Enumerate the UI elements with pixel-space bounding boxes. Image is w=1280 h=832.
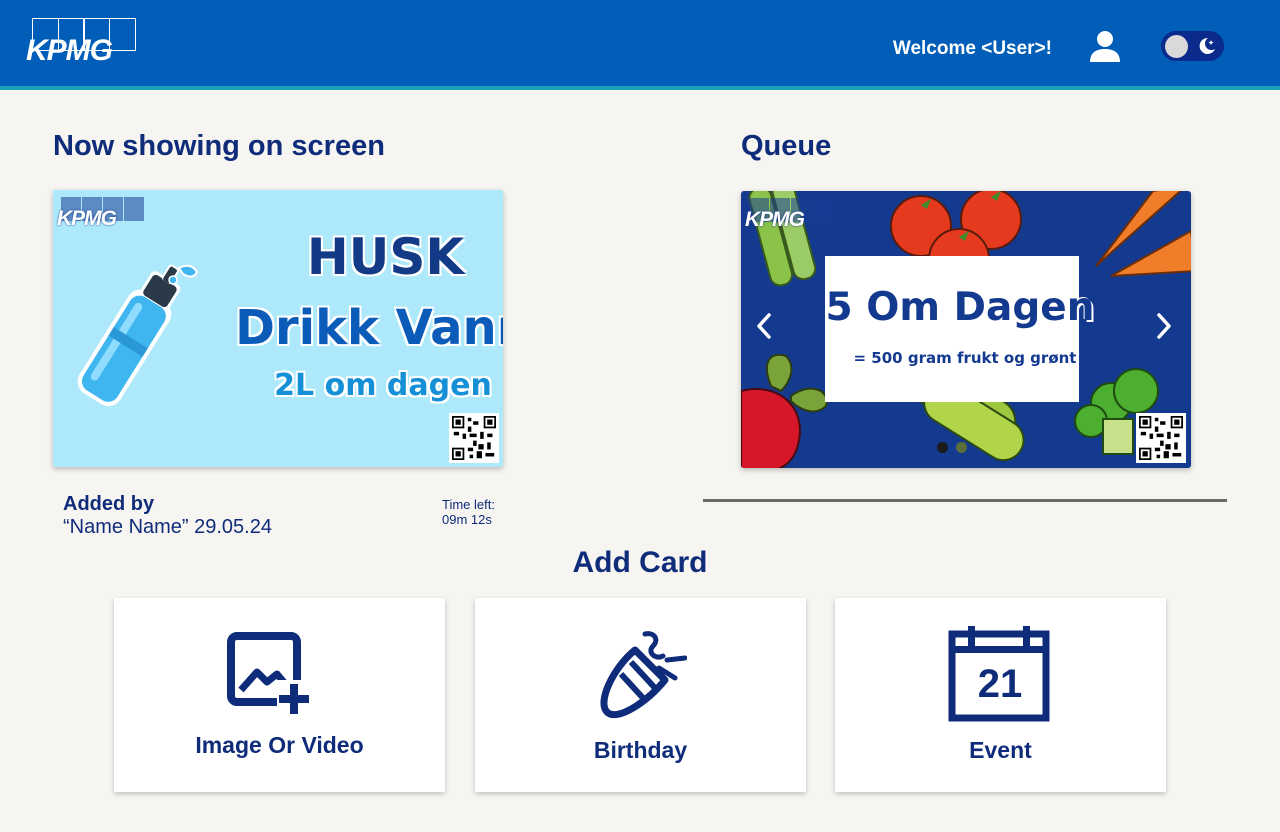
welcome-text: Welcome <User>! bbox=[892, 38, 1052, 59]
moon-icon bbox=[1199, 37, 1215, 54]
theme-toggle[interactable] bbox=[1161, 31, 1224, 61]
time-left-label: Time left: bbox=[442, 497, 495, 512]
card-logo: KPMG bbox=[57, 197, 144, 233]
card-subheadline: Drikk Vann bbox=[235, 300, 503, 356]
kpmg-logo[interactable]: KPMG bbox=[26, 18, 144, 67]
add-option-label: Image Or Video bbox=[195, 732, 364, 758]
card-tagline: 2L om dagen bbox=[274, 368, 492, 403]
add-image-or-video-button[interactable]: Image Or Video bbox=[114, 598, 445, 792]
logo-text: KPMG bbox=[26, 34, 113, 67]
added-by-label: Added by bbox=[63, 493, 155, 515]
add-card-title: Add Card bbox=[572, 546, 708, 579]
queue-card[interactable]: KPMG 5 Om Dagen = 500 gram frukt og grøn… bbox=[741, 191, 1191, 468]
add-birthday-button[interactable]: Birthday bbox=[475, 598, 806, 792]
card-logo: KPMG bbox=[745, 198, 832, 234]
queue-card-subline: = 500 gram frukt og grønt bbox=[853, 349, 1077, 367]
queue-title: Queue bbox=[741, 130, 832, 162]
header-accent-line bbox=[0, 86, 1280, 90]
card-logo-text: KPMG bbox=[745, 208, 805, 231]
queue-card-headline: 5 Om Dagen bbox=[825, 285, 1095, 330]
image-add-icon bbox=[227, 632, 313, 716]
carousel-prev-icon[interactable] bbox=[751, 309, 777, 343]
carousel-dot-active[interactable] bbox=[937, 442, 948, 453]
now-showing-title: Now showing on screen bbox=[53, 130, 385, 162]
queue-divider bbox=[703, 499, 1227, 502]
carousel-next-icon[interactable] bbox=[1151, 309, 1177, 343]
now-showing-card[interactable]: KPMG HUSK Drikk Vann 2L om dagen bbox=[53, 190, 503, 467]
qr-code bbox=[1136, 413, 1186, 463]
add-event-button[interactable]: 21 Event bbox=[835, 598, 1166, 792]
calendar-day: 21 bbox=[977, 662, 1023, 706]
toggle-knob bbox=[1165, 35, 1188, 58]
time-left-value: 09m 12s bbox=[442, 512, 492, 527]
card-headline: HUSK bbox=[306, 228, 465, 286]
carousel-dots bbox=[937, 442, 967, 453]
carousel-dot[interactable] bbox=[956, 442, 967, 453]
qr-code bbox=[449, 413, 499, 463]
user-icon[interactable] bbox=[1087, 28, 1123, 64]
party-popper-icon bbox=[600, 631, 687, 719]
card-logo-text: KPMG bbox=[57, 207, 117, 230]
add-option-label: Event bbox=[969, 737, 1032, 763]
top-bar: KPMG Welcome <User>! bbox=[0, 0, 1280, 86]
added-by-value: “Name Name” 29.05.24 bbox=[63, 516, 272, 538]
add-option-label: Birthday bbox=[593, 737, 688, 763]
